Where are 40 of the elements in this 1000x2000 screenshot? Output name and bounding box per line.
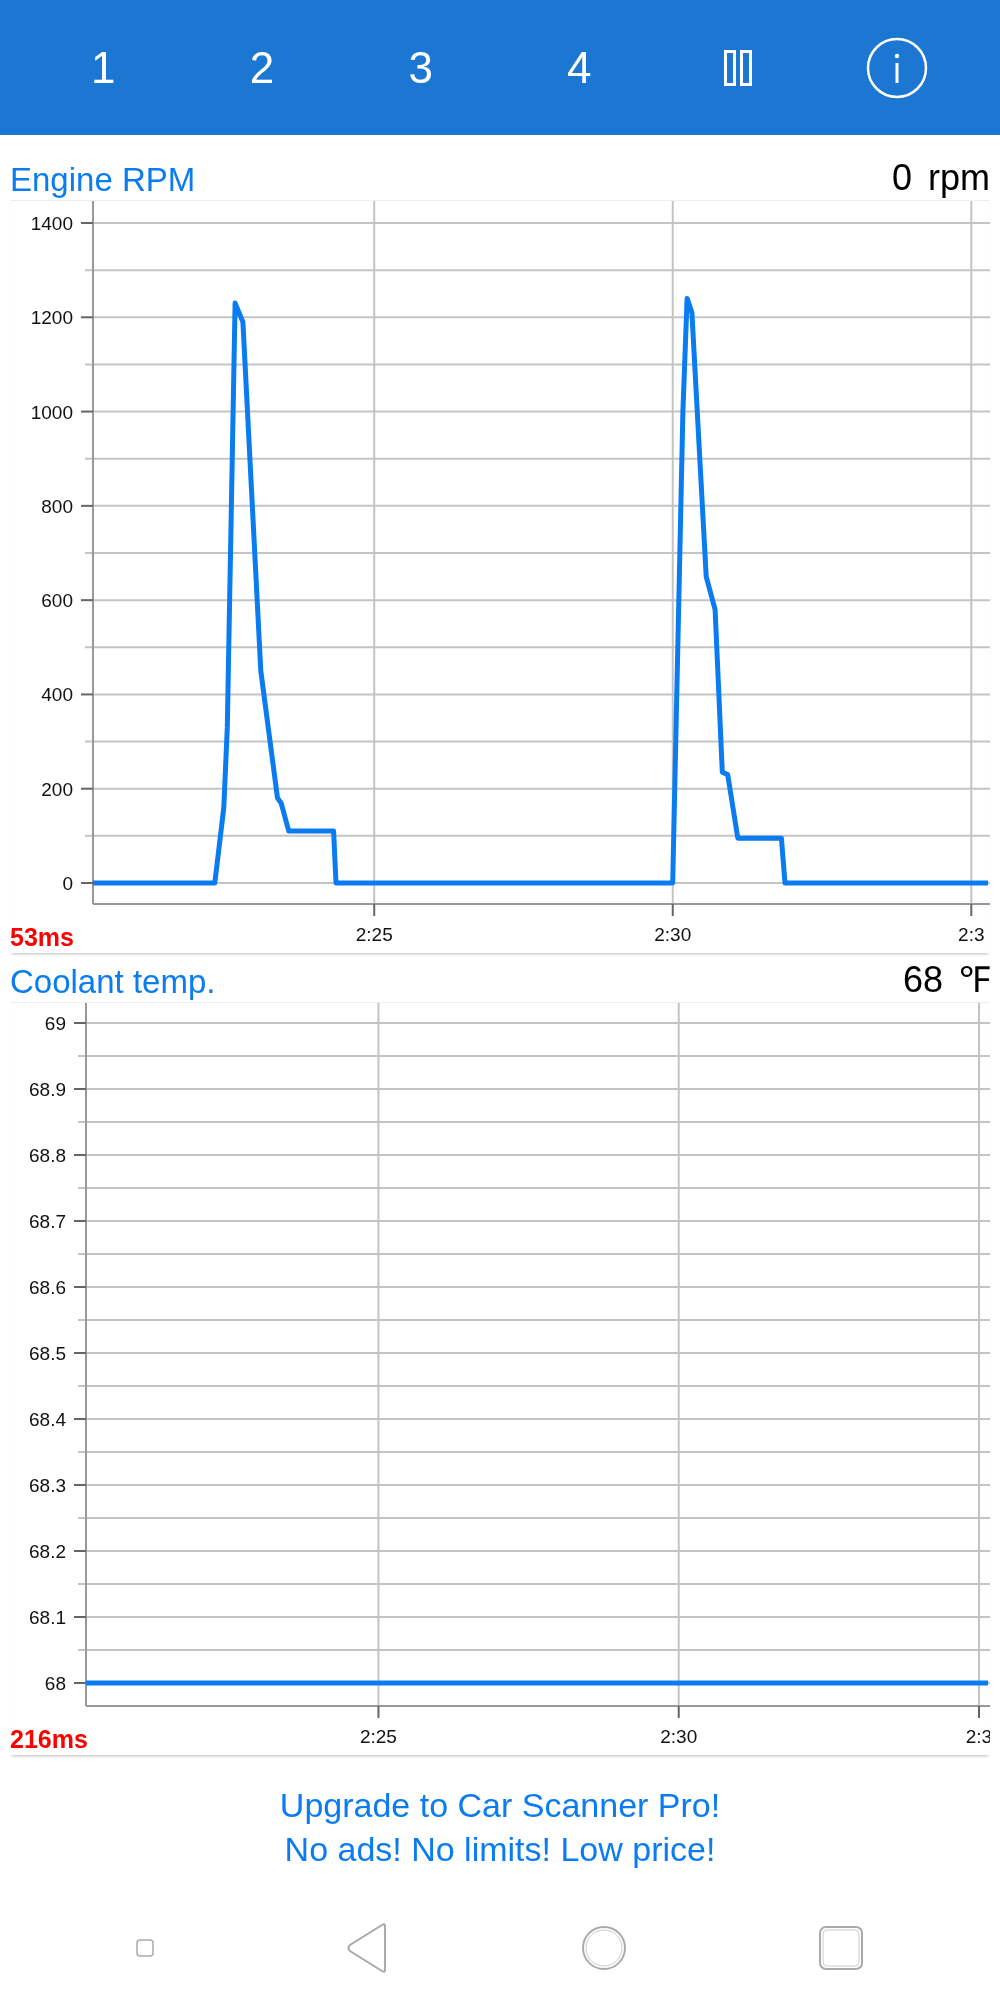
y-tick-label: 800: [41, 495, 73, 517]
y-tick-label: 1200: [30, 307, 73, 329]
x-tick-label: 2:25: [355, 924, 393, 945]
recents-icon[interactable]: [818, 1925, 865, 1971]
unit-label: rpm: [928, 160, 990, 196]
current-value: 0: [891, 160, 912, 196]
y-tick-label: 1400: [30, 213, 73, 234]
y-tick-label: 68.1: [29, 1607, 66, 1628]
y-tick-label: 68.2: [29, 1541, 66, 1562]
unit-label: ℉: [959, 962, 990, 998]
y-tick-label: 1000: [30, 401, 73, 423]
y-tick-label: 68.5: [29, 1343, 66, 1364]
page-tab[interactable]: 4: [500, 0, 659, 135]
y-tick-label: 600: [41, 590, 73, 612]
y-tick-label: 68.4: [29, 1409, 66, 1430]
y-tick-label: 68: [44, 1673, 66, 1694]
promo-banner[interactable]: Upgrade to Car Scanner Pro! No ads! No limits! Low price!: [279, 1783, 721, 1871]
y-tick-label: 68.6: [29, 1277, 66, 1298]
x-tick-label: 2:3: [958, 924, 985, 945]
gauge-title: Coolant temp.: [10, 965, 216, 998]
y-tick-label: 68.7: [29, 1211, 66, 1232]
y-tick-label: 68.3: [29, 1475, 66, 1496]
y-tick-label: 400: [41, 684, 73, 706]
page-tab[interactable]: 3: [341, 0, 500, 135]
y-tick-label: 68.9: [29, 1079, 66, 1100]
y-tick-label: 0: [62, 873, 73, 894]
x-tick-label: 2:30: [654, 924, 692, 945]
page-tab[interactable]: 1: [24, 0, 183, 135]
gauge-title: Engine RPM: [10, 163, 196, 196]
y-tick-label: 68.8: [29, 1145, 66, 1166]
x-tick-label: 2:25: [359, 1726, 397, 1747]
y-tick-label: 69: [44, 1013, 66, 1034]
page-tab[interactable]: 2: [182, 0, 342, 135]
latency-label: 53ms: [10, 923, 74, 951]
small-square-icon[interactable]: [135, 1939, 154, 1957]
y-tick-label: 200: [41, 778, 73, 800]
latency-label: 216ms: [10, 1725, 88, 1753]
current-value: 68: [902, 962, 943, 998]
home-icon[interactable]: [580, 1925, 627, 1971]
x-tick-label: 2:30: [660, 1726, 698, 1747]
